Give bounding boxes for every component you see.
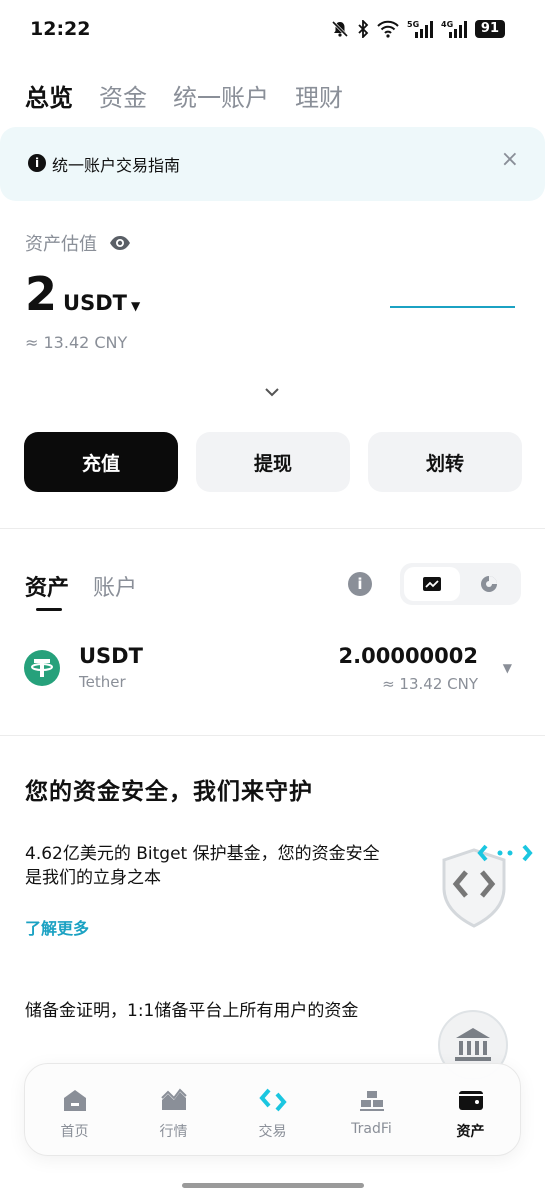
security-title: 您的资金安全，我们来守护	[25, 779, 313, 805]
coin-symbol: USDT	[79, 644, 143, 668]
info-icon[interactable]: i	[348, 572, 372, 596]
tab-overview[interactable]: 总览	[25, 78, 73, 113]
learn-more-link[interactable]: 了解更多	[25, 915, 89, 939]
status-time: 12:22	[30, 18, 91, 40]
tab-earn[interactable]: 理财	[295, 78, 343, 113]
asset-cny-value: ≈ 13.42 CNY	[25, 333, 128, 352]
svg-text:5G: 5G	[407, 20, 419, 29]
status-bar: 12:22 5G 4G 91	[0, 0, 545, 60]
asset-total: 2 USDT ▼	[25, 268, 140, 320]
coin-cny-value: ≈ 13.42 CNY	[382, 675, 478, 693]
asset-total-value: 2	[25, 267, 58, 321]
withdraw-button[interactable]: 提现	[196, 432, 350, 492]
signal-5g-icon: 5G	[407, 20, 433, 38]
shield-icon	[442, 844, 533, 928]
chart-view-button[interactable]	[404, 567, 460, 601]
transfer-button[interactable]: 划转	[368, 432, 522, 492]
svg-text:4G: 4G	[441, 20, 453, 29]
bottom-nav: 首页 行情 交易 TradFi 资产	[24, 1063, 521, 1156]
top-tabs: 总览 资金 统一账户 理财	[25, 78, 343, 113]
divider	[0, 735, 545, 736]
eye-icon[interactable]	[109, 235, 131, 251]
caret-down-icon[interactable]: ▼	[503, 661, 512, 675]
line-chart-icon	[423, 577, 441, 591]
info-icon: i	[28, 154, 46, 172]
bluetooth-icon	[358, 20, 369, 38]
asset-sparkline	[390, 306, 515, 308]
protection-fund-text: 4.62亿美元的 Bitget 保护基金，您的资金安全是我们的立身之本	[25, 844, 380, 888]
action-buttons: 充值 提现 划转	[24, 432, 522, 492]
pie-chart-icon	[481, 576, 497, 592]
market-chart-icon	[161, 1088, 187, 1110]
tab-assets[interactable]: 资产	[25, 570, 69, 611]
tether-logo-icon	[24, 650, 60, 686]
asset-valuation-text: 资产估值	[25, 234, 97, 255]
nav-item-tradfi[interactable]: TradFi	[322, 1064, 421, 1157]
mute-bell-icon	[331, 20, 348, 38]
coin-name: Tether	[79, 673, 126, 691]
nav-item-home[interactable]: 首页	[25, 1064, 124, 1157]
status-icons: 5G 4G 91	[331, 19, 505, 39]
nav-label-home: 首页	[60, 1124, 89, 1140]
tab-funds[interactable]: 资金	[99, 78, 147, 113]
guide-banner-text[interactable]: 统一账户交易指南	[52, 152, 180, 176]
home-icon	[64, 1090, 86, 1111]
gold-bars-icon	[360, 1091, 384, 1111]
nav-item-trade[interactable]: 交易	[223, 1064, 322, 1157]
asset-list-item[interactable]: USDT Tether 2.00000002 ≈ 13.42 CNY ▼	[0, 635, 545, 705]
asset-tabs: 资产 账户	[25, 570, 137, 611]
tab-accounts[interactable]: 账户	[93, 570, 137, 602]
signal-4g-icon: 4G	[441, 20, 467, 38]
nav-label-trade: 交易	[258, 1124, 287, 1140]
view-toggle	[400, 563, 521, 605]
deposit-button[interactable]: 充值	[24, 432, 178, 492]
nav-item-assets[interactable]: 资产	[421, 1064, 520, 1157]
asset-valuation-label: 资产估值	[25, 230, 131, 256]
currency-unit: USDT	[63, 291, 127, 315]
trade-logo-icon	[259, 1088, 287, 1112]
wallet-icon	[459, 1091, 483, 1110]
nav-item-market[interactable]: 行情	[124, 1064, 223, 1157]
reserve-proof-text: 储备金证明，1:1储备平台上所有用户的资金	[25, 1001, 359, 1021]
close-icon[interactable]: ×	[501, 149, 519, 171]
home-indicator[interactable]	[182, 1183, 364, 1188]
currency-selector[interactable]: USDT ▼	[63, 291, 140, 315]
nav-label-market: 行情	[159, 1124, 188, 1140]
battery-level: 91	[474, 20, 505, 38]
tab-unified-account[interactable]: 统一账户	[173, 78, 269, 113]
pie-view-button[interactable]	[461, 567, 517, 601]
divider	[0, 528, 545, 529]
wifi-icon	[377, 20, 399, 38]
chevron-down-icon[interactable]	[264, 386, 280, 398]
coin-amount: 2.00000002	[338, 644, 478, 668]
caret-down-icon: ▼	[130, 299, 141, 313]
nav-label-assets: 资产	[456, 1124, 485, 1140]
guide-banner[interactable]: i 统一账户交易指南 ×	[0, 127, 545, 201]
nav-label-tradfi: TradFi	[351, 1121, 392, 1137]
